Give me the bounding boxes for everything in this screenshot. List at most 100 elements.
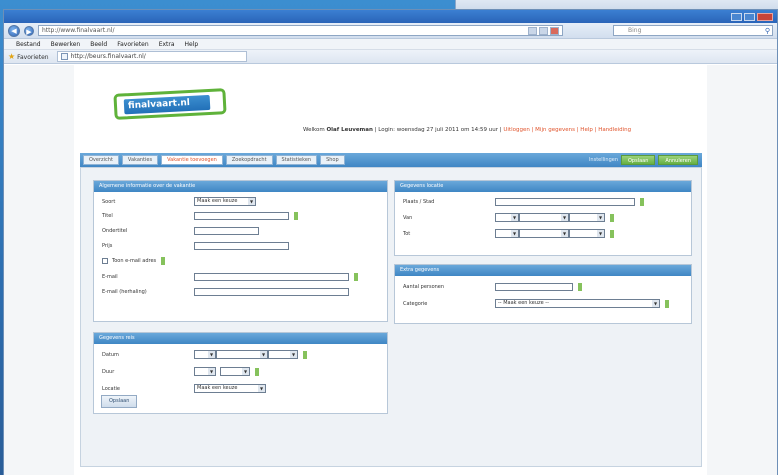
save-button[interactable]: Opslaan [101,395,138,408]
url-field[interactable]: http://www.finalvaart.nl/ [38,25,563,36]
email2-label: E-mail (herhaling) [102,289,147,295]
tab-statistieken[interactable]: Statistieken [275,155,318,165]
email2-input[interactable] [194,288,349,296]
logo-text: finalvaart.nl [123,94,211,115]
tab-shop[interactable]: Shop [320,155,345,165]
capacity-input[interactable] [495,283,573,291]
compat-icon[interactable] [528,26,537,35]
menu-help[interactable]: Help [185,41,199,48]
site-logo[interactable]: finalvaart.nl [113,88,227,120]
category-select[interactable]: -- Maak een keuze -- [495,299,660,308]
settings-label[interactable]: Instellingen [589,157,618,163]
help-icon[interactable] [610,229,614,238]
browser-window: ◀ ▶ http://www.finalvaart.nl/ Bing ⚲ Bes… [3,9,778,475]
date-year-select[interactable] [268,350,298,359]
tab-vakantie-toevoegen[interactable]: Vakantie toevoegen [161,155,223,165]
star-icon: ★ [8,52,16,61]
to-row: Tot [403,229,614,238]
type-value: Maak een keuze [197,198,238,204]
favorites-button[interactable]: ★ Favorieten [8,52,49,61]
date-label: Datum [102,351,119,358]
search-field[interactable]: Bing ⚲ [613,25,773,36]
type-label: Soort [102,198,116,205]
help-icon[interactable] [578,283,582,291]
help-icon[interactable] [161,257,166,265]
refresh-icon[interactable] [539,26,548,35]
category-row: Categorie -- Maak een keuze -- [403,299,669,308]
user-name: Olaf Leuveman [326,127,373,133]
minimize-button[interactable] [731,12,742,21]
cancel-top-button[interactable]: Annuleren [658,155,698,165]
email2-row: E-mail (herhaling) [102,288,349,296]
place-label: Plaats / Stad [403,199,435,205]
help-icon[interactable] [303,350,307,359]
date-day-select[interactable] [194,350,216,359]
menu-bestand[interactable]: Bestand [16,41,41,48]
back-icon[interactable]: ◀ [8,24,20,37]
menu-favorieten[interactable]: Favorieten [117,41,148,48]
location-label: Locatie [102,385,120,392]
menu-extra[interactable]: Extra [159,41,175,48]
url-tools [528,26,559,35]
from-row: Van [403,213,614,222]
forward-icon[interactable]: ▶ [24,25,34,36]
help-icon[interactable] [354,273,358,281]
duration-select-a[interactable] [194,367,216,376]
to-day-select[interactable] [495,229,519,238]
to-label: Tot [403,230,411,237]
account-links[interactable]: Uitloggen | Mijn gegevens | Help | Handl… [503,127,631,133]
capacity-label: Aantal personen [403,284,445,290]
tab-overzicht[interactable]: Overzicht [83,155,119,165]
tab-zoekopdracht[interactable]: Zoekopdracht [225,155,273,165]
tab-actions: Instellingen Opslaan Annuleren [589,155,702,165]
login-info: | Login: woensdag 27 juli 2011 om 14:59 … [374,127,502,133]
menu-beeld[interactable]: Beeld [90,41,107,48]
from-day-select[interactable] [495,213,519,222]
site-page: finalvaart.nl Welkom Olaf Leuveman | Log… [74,65,707,475]
menu-bar: Bestand Bewerken Beeld Favorieten Extra … [4,39,777,50]
form-area: Algemene informatie over de vakantie Soo… [80,167,702,467]
email-input[interactable] [194,273,349,281]
browser-tab[interactable]: http://beurs.finalvaart.nl/ [56,51,247,62]
general-info-header: Algemene informatie over de vakantie [94,181,387,192]
help-icon[interactable] [665,299,669,308]
menu-bewerken[interactable]: Bewerken [51,41,81,48]
help-icon[interactable] [640,198,644,206]
type-select[interactable]: Maak een keuze [194,197,256,206]
show-email-checkbox[interactable] [102,258,108,264]
from-month-select[interactable] [519,213,569,222]
from-year-select[interactable] [569,213,605,222]
help-icon[interactable] [294,212,298,220]
duration-label: Duur [102,368,115,375]
title-label: Titel [102,213,113,219]
to-month-select[interactable] [519,229,569,238]
search-placeholder: Bing [628,27,642,34]
url-text: http://www.finalvaart.nl/ [42,27,115,34]
duration-row: Duur [102,367,259,376]
show-email-label: Toon e-mail adres [112,258,157,264]
duration-select-b[interactable] [220,367,250,376]
place-input[interactable] [495,198,635,206]
help-icon[interactable] [610,213,614,222]
price-input[interactable] [194,242,289,250]
location-header: Gegevens locatie [395,181,691,192]
date-row: Datum [102,350,307,359]
help-icon[interactable] [255,367,259,376]
type-row: Soort Maak een keuze [102,197,256,206]
to-year-select[interactable] [569,229,605,238]
stop-icon[interactable] [550,26,559,35]
search-icon[interactable]: ⚲ [765,27,770,36]
tab-url: http://beurs.finalvaart.nl/ [70,53,146,60]
date-month-select[interactable] [216,350,268,359]
place-row: Plaats / Stad [403,198,644,206]
location-select[interactable]: Maak een keuze [194,384,266,393]
close-button[interactable] [757,12,773,21]
title-row: Titel [102,212,298,220]
subtitle-input[interactable] [194,227,259,235]
location-box: Gegevens locatie Plaats / Stad Van ▼ ▼ ▼… [394,180,692,256]
web-content: finalvaart.nl Welkom Olaf Leuveman | Log… [4,65,777,475]
maximize-button[interactable] [744,12,755,21]
save-top-button[interactable]: Opslaan [621,155,656,165]
title-input[interactable] [194,212,289,220]
tab-vakanties[interactable]: Vakanties [121,155,159,165]
